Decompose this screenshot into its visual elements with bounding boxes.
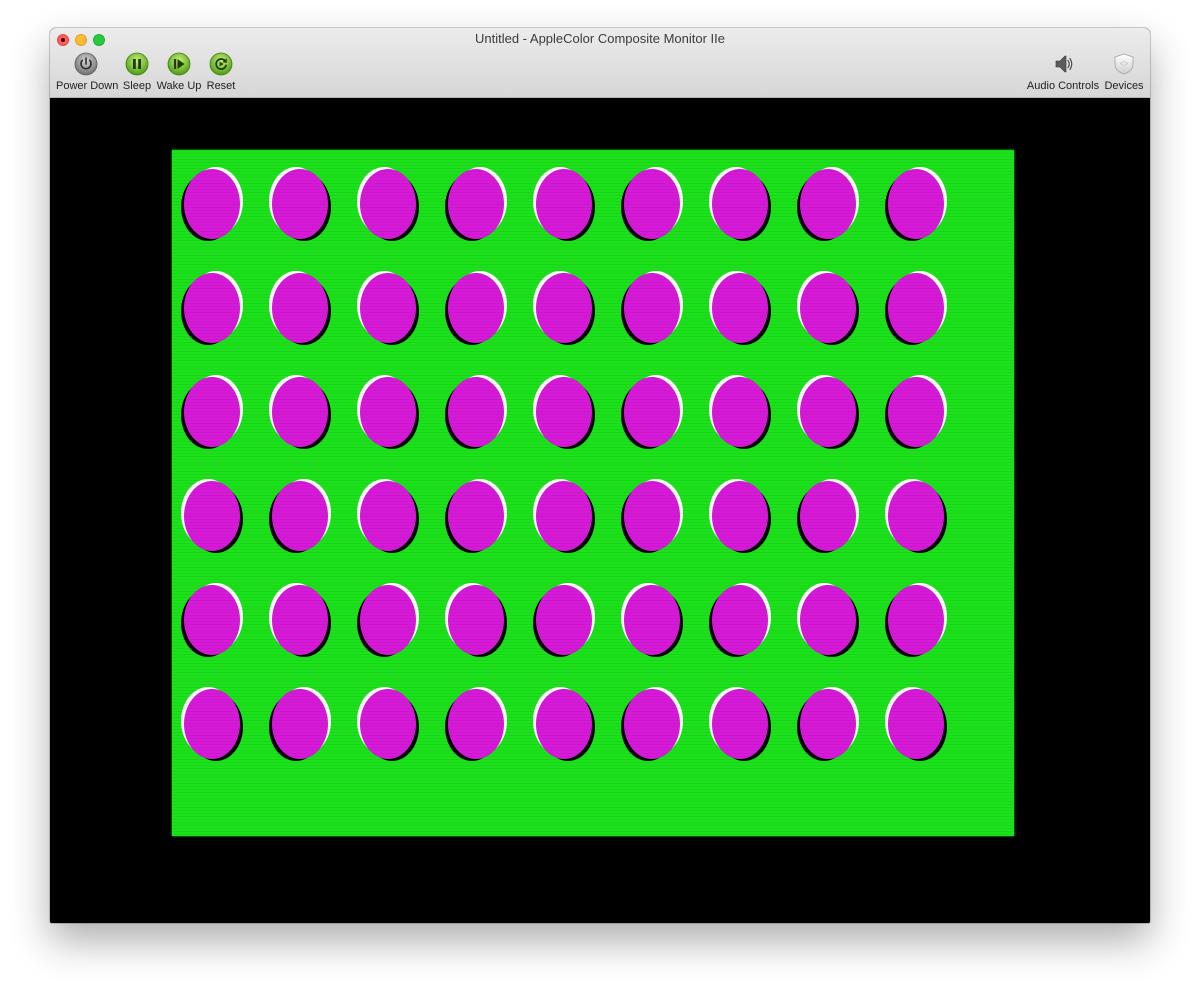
play-icon <box>167 52 191 76</box>
magenta-dot <box>888 585 944 655</box>
wake-up-label: Wake Up <box>156 80 202 92</box>
magenta-dot <box>272 273 328 343</box>
magenta-dot <box>624 585 680 655</box>
magenta-dot <box>448 169 504 239</box>
magenta-dot <box>184 377 240 447</box>
magenta-dot <box>360 273 416 343</box>
magenta-dot <box>536 689 592 759</box>
magenta-dot <box>184 273 240 343</box>
magenta-dot <box>448 273 504 343</box>
magenta-dot <box>536 585 592 655</box>
magenta-dot <box>536 273 592 343</box>
magenta-dot <box>800 377 856 447</box>
sleep-label: Sleep <box>122 80 152 92</box>
magenta-dot <box>888 273 944 343</box>
magenta-dot <box>624 169 680 239</box>
shield-icon <box>1114 53 1134 75</box>
magenta-dot <box>888 169 944 239</box>
magenta-dot <box>448 689 504 759</box>
magenta-dot <box>800 481 856 551</box>
magenta-dot <box>800 273 856 343</box>
magenta-dot <box>272 585 328 655</box>
audio-controls-button[interactable]: Audio Controls <box>1026 52 1100 92</box>
magenta-dot <box>360 689 416 759</box>
title-bar: Untitled - AppleColor Composite Monitor … <box>50 28 1150 98</box>
magenta-dot <box>184 169 240 239</box>
magenta-dot <box>624 689 680 759</box>
wake-up-button[interactable]: Wake Up <box>156 52 202 92</box>
reset-button[interactable]: Reset <box>204 52 238 92</box>
power-icon <box>74 52 98 76</box>
devices-label: Devices <box>1104 80 1144 92</box>
audio-controls-label: Audio Controls <box>1026 80 1100 92</box>
reset-icon <box>209 52 233 76</box>
magenta-dot <box>184 689 240 759</box>
magenta-dot <box>888 481 944 551</box>
magenta-dot <box>272 689 328 759</box>
magenta-dot <box>800 169 856 239</box>
devices-button[interactable]: Devices <box>1103 52 1145 92</box>
magenta-dot <box>272 377 328 447</box>
magenta-dot <box>360 585 416 655</box>
crt-graphics-field <box>172 150 1014 836</box>
magenta-dot <box>712 273 768 343</box>
power-down-label: Power Down <box>56 80 119 92</box>
magenta-dot <box>712 689 768 759</box>
magenta-dot <box>624 481 680 551</box>
magenta-dot <box>888 689 944 759</box>
magenta-dot <box>360 481 416 551</box>
magenta-dot <box>184 481 240 551</box>
magenta-dot <box>800 689 856 759</box>
magenta-dot <box>624 273 680 343</box>
emulator-display[interactable] <box>50 98 1150 923</box>
magenta-dot <box>800 585 856 655</box>
sleep-button[interactable]: Sleep <box>121 52 153 92</box>
magenta-dot <box>448 377 504 447</box>
magenta-dot <box>712 585 768 655</box>
magenta-dot <box>360 377 416 447</box>
magenta-dot <box>184 585 240 655</box>
magenta-dot <box>712 169 768 239</box>
speaker-icon <box>1055 55 1073 73</box>
power-down-button[interactable]: Power Down <box>56 52 119 92</box>
magenta-dot <box>536 377 592 447</box>
magenta-dot <box>272 169 328 239</box>
magenta-dot <box>536 169 592 239</box>
magenta-dot <box>712 481 768 551</box>
magenta-dot <box>536 481 592 551</box>
magenta-dot <box>888 377 944 447</box>
magenta-dot <box>712 377 768 447</box>
magenta-dot <box>272 481 328 551</box>
pause-icon <box>125 52 149 76</box>
reset-label: Reset <box>206 80 236 92</box>
emulator-window: Untitled - AppleColor Composite Monitor … <box>50 28 1150 923</box>
magenta-dot <box>448 481 504 551</box>
magenta-dot <box>360 169 416 239</box>
window-title: Untitled - AppleColor Composite Monitor … <box>474 31 725 46</box>
magenta-dot <box>624 377 680 447</box>
magenta-dot <box>448 585 504 655</box>
